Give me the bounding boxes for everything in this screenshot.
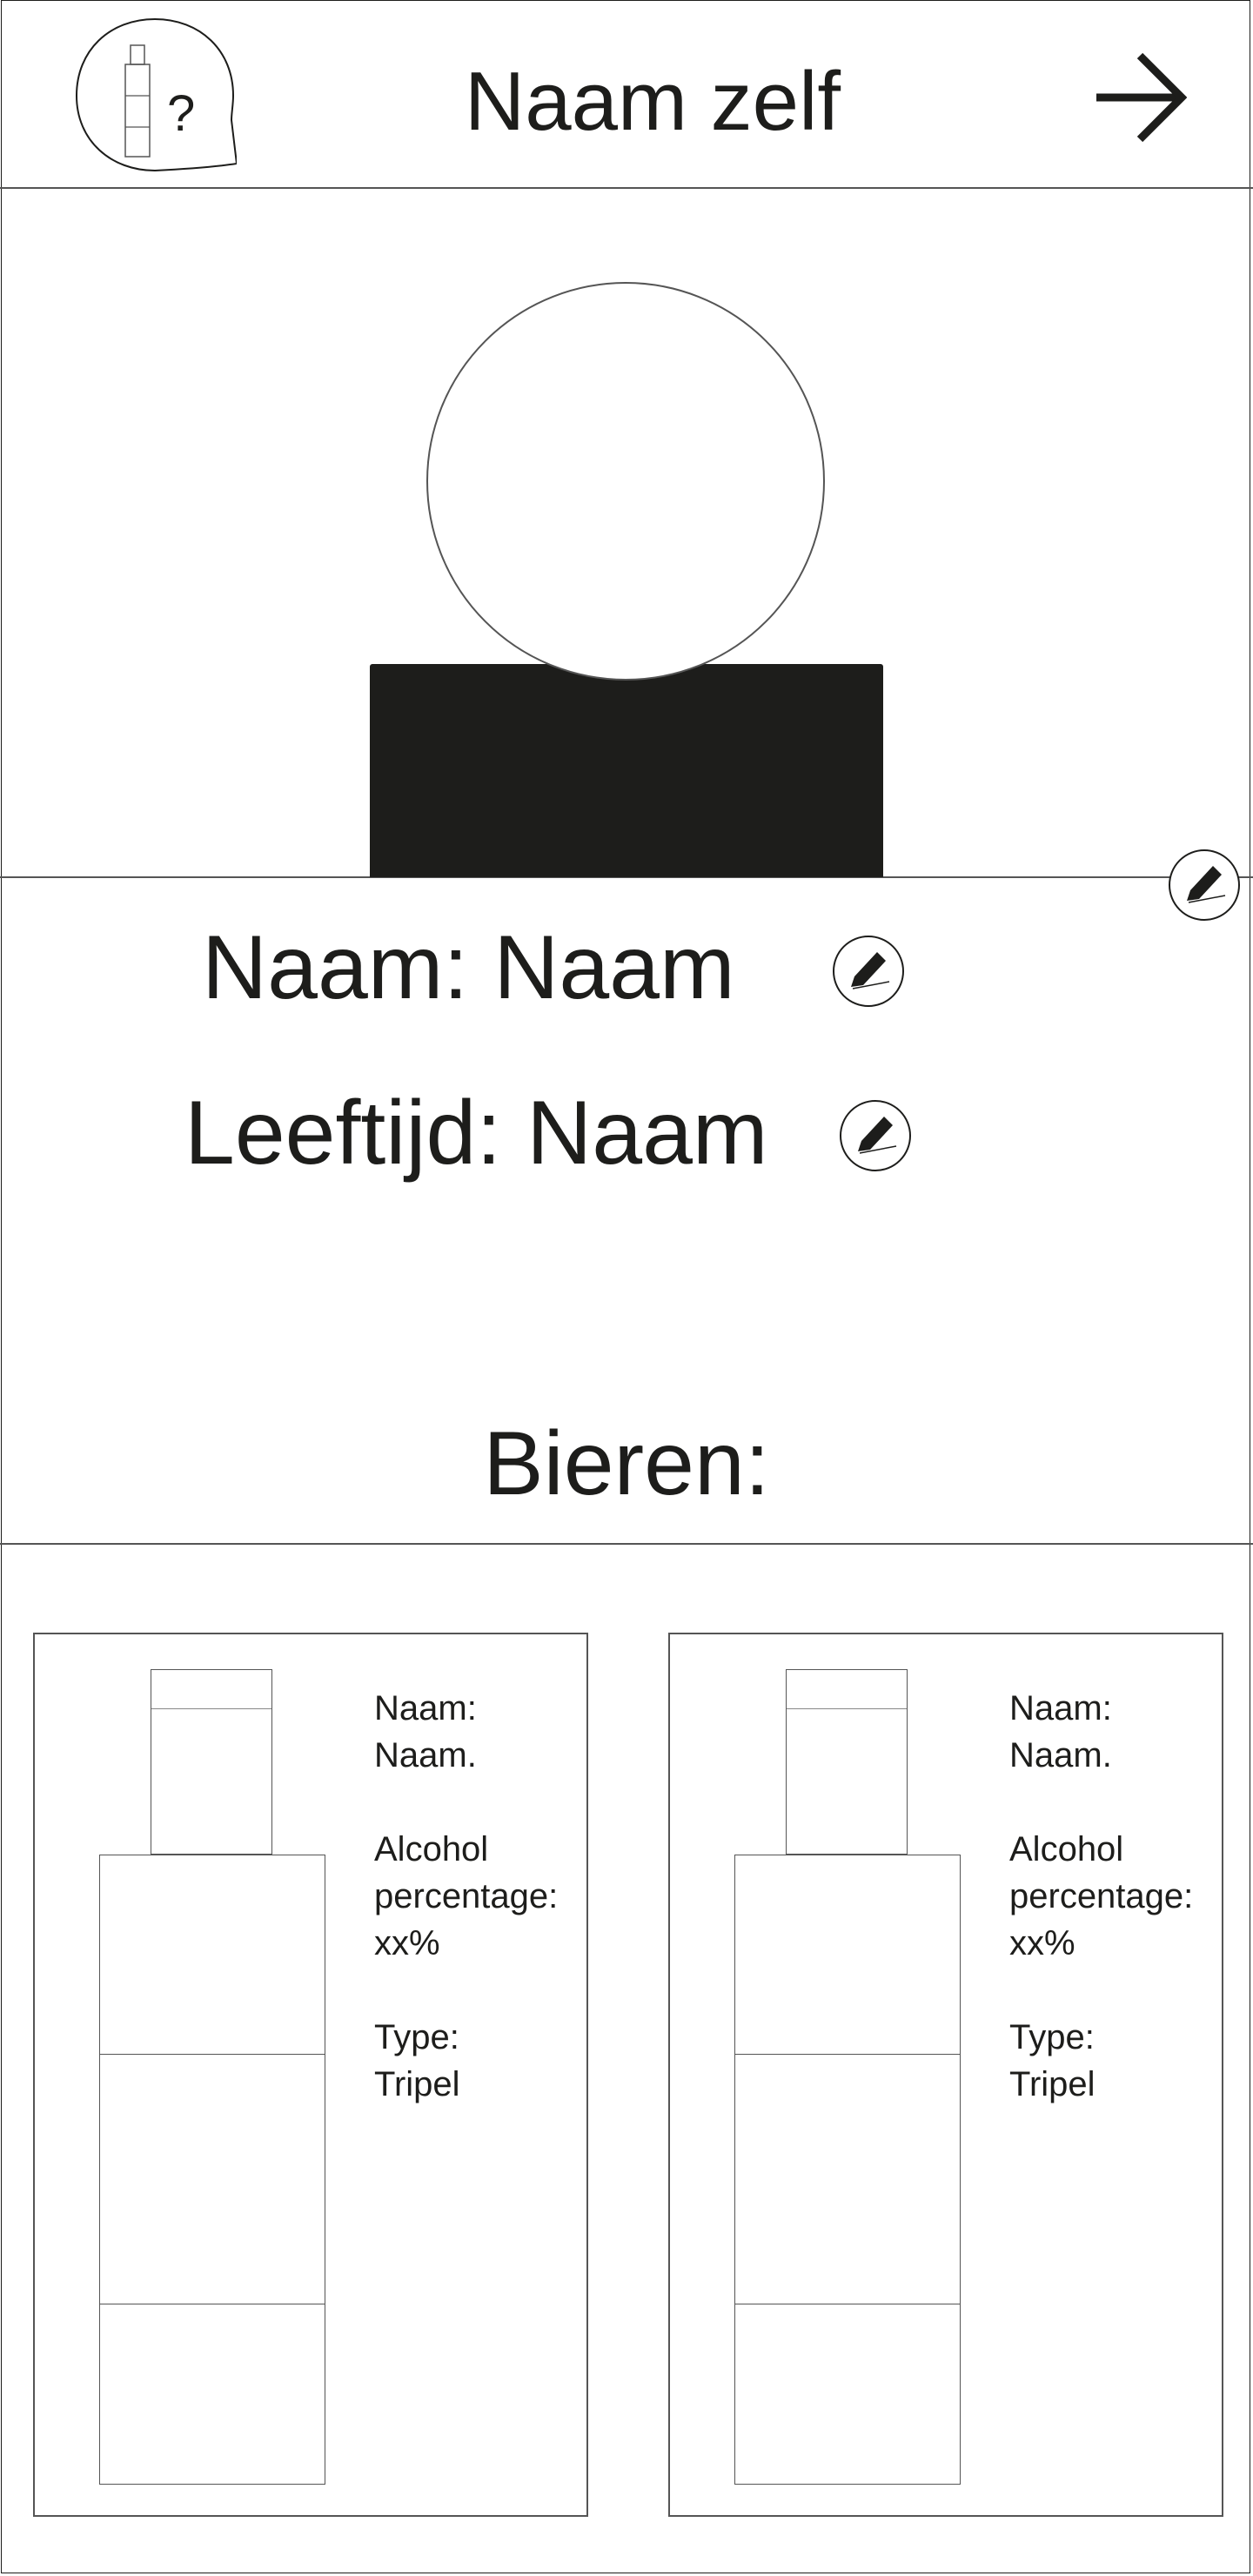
beer-name-value: Naam. [1009,1736,1112,1774]
beers-divider [0,1543,1253,1545]
beer-name-label: Naam: [374,1689,477,1727]
next-button[interactable] [1093,52,1188,143]
bottle-icon-neck [786,1669,908,1855]
beer-name-label: Naam: [1009,1689,1112,1727]
beer-alcohol-label: Alcohol [374,1830,489,1868]
beer-alcohol-label: Alcohol [1009,1830,1124,1868]
pencil-icon [833,936,904,1007]
bottle-icon [734,1855,961,2485]
edit-age-button[interactable] [839,1099,912,1172]
profile-age: Leeftijd: Naam [184,1083,768,1184]
beer-card[interactable]: Naam: Naam. Alcohol percentage: xx% Type… [668,1633,1223,2517]
pencil-icon [840,1100,911,1171]
help-badge[interactable]: ? [75,17,238,172]
beers-section-title: Bieren: [483,1413,770,1514]
beer-alcohol-label-2: percentage: [1009,1877,1194,1915]
beer-alcohol-value: xx% [374,1924,440,1962]
bottle-help-icon: ? [75,17,238,172]
beer-type-value: Tripel [374,2065,460,2103]
beer-info: Naam: Naam. Alcohol percentage: xx% Type… [1009,1685,1218,2108]
beer-info: Naam: Naam. Alcohol percentage: xx% Type… [374,1685,583,2108]
arrow-right-icon [1096,52,1188,143]
beer-type-label: Type: [1009,2018,1095,2056]
edit-name-button[interactable] [832,935,905,1008]
bottle-icon [99,1855,325,2485]
pencil-icon [1169,849,1240,921]
bottle-icon-neck [151,1669,272,1855]
header-divider [0,187,1253,189]
beer-type-label: Type: [374,2018,459,2056]
profile-avatar-head [426,282,825,681]
beer-alcohol-label-2: percentage: [374,1877,559,1915]
beer-type-value: Tripel [1009,2065,1096,2103]
beer-name-value: Naam. [374,1736,477,1774]
help-question-mark: ? [167,85,195,142]
beer-alcohol-value: xx% [1009,1924,1075,1962]
profile-name: Naam: Naam [202,917,735,1018]
beer-card[interactable]: Naam: Naam. Alcohol percentage: xx% Type… [33,1633,588,2517]
edit-photo-button[interactable] [1168,849,1241,922]
profile-avatar-body [370,664,883,877]
page-title: Naam zelf [464,55,841,148]
